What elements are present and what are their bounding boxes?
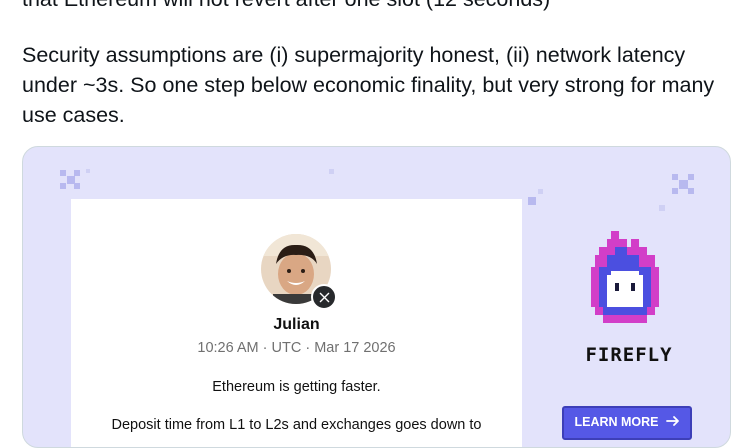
decorative-sparkle — [688, 174, 694, 180]
post-text-line: under ~3s. So one step below economic fi… — [22, 73, 715, 97]
embedded-ad-card[interactable]: Julian 10:26 AM · UTC · Mar 17 2026 Ethe… — [22, 146, 731, 448]
x-logo-icon — [311, 284, 337, 310]
learn-more-label: LEARN MORE — [574, 415, 659, 429]
arrow-right-icon — [665, 415, 680, 430]
decorative-sparkle — [74, 183, 80, 189]
tweet-text-line: Ethereum is getting faster. — [212, 379, 381, 395]
decorative-sparkle — [60, 170, 66, 176]
decorative-sparkle — [528, 197, 536, 205]
decorative-sparkle — [672, 174, 678, 180]
firefly-flame-logo — [587, 231, 663, 331]
decorative-sparkle — [86, 169, 90, 173]
author-name: Julian — [273, 316, 320, 333]
tweet-timestamp: 10:26 AM · UTC · Mar 17 2026 — [197, 340, 396, 356]
decorative-sparkle — [538, 189, 543, 194]
post-text-line: that Ethereum will not revert after one … — [22, 0, 550, 14]
post-text-line: use cases. — [22, 103, 125, 127]
decorative-sparkle — [659, 205, 665, 211]
brand-name: FIREFLY — [585, 344, 673, 366]
decorative-sparkle — [329, 169, 334, 174]
decorative-sparkle — [679, 180, 688, 189]
decorative-sparkle — [74, 170, 80, 176]
embedded-tweet-preview: Julian 10:26 AM · UTC · Mar 17 2026 Ethe… — [71, 199, 522, 447]
post-text-line: Security assumptions are (i) supermajori… — [22, 43, 686, 67]
decorative-sparkle — [60, 183, 66, 189]
learn-more-button[interactable]: LEARN MORE — [562, 406, 692, 440]
decorative-sparkle — [672, 188, 678, 194]
decorative-sparkle — [688, 188, 694, 194]
tweet-text-line: Deposit time from L1 to L2s and exchange… — [111, 417, 482, 433]
